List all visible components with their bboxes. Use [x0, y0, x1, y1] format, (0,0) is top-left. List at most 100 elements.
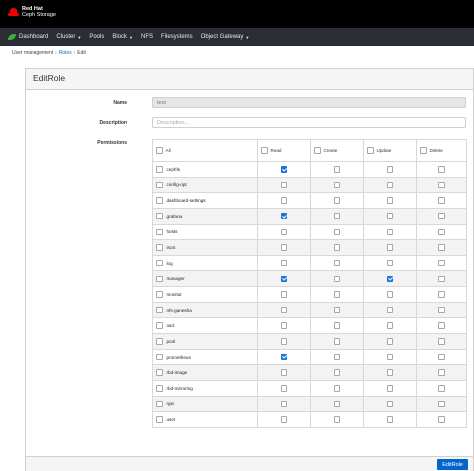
update-checkbox[interactable] — [386, 322, 394, 329]
create-checkbox[interactable] — [333, 322, 341, 329]
create-checkbox[interactable] — [333, 416, 341, 423]
update-checkbox[interactable] — [386, 353, 394, 361]
nav-object-gateway[interactable]: Object Gateway ▼ — [197, 28, 254, 46]
row-select-checkbox[interactable] — [156, 369, 163, 376]
read-checkbox[interactable] — [280, 166, 288, 173]
update-all-checkbox[interactable] — [367, 147, 374, 154]
read-checkbox[interactable] — [280, 306, 288, 314]
read-checkbox[interactable] — [280, 275, 288, 283]
row-select-checkbox[interactable] — [156, 275, 163, 283]
create-checkbox[interactable] — [333, 228, 341, 236]
delete-checkbox[interactable] — [438, 416, 445, 423]
create-checkbox[interactable] — [333, 259, 341, 267]
create-checkbox[interactable] — [333, 306, 341, 314]
update-checkbox[interactable] — [386, 244, 394, 251]
delete-checkbox[interactable] — [438, 385, 445, 392]
delete-checkbox[interactable] — [438, 212, 445, 220]
row-select-checkbox[interactable] — [156, 291, 163, 298]
row-select-checkbox[interactable] — [156, 181, 163, 189]
nav-pools[interactable]: Pools — [85, 28, 108, 46]
nav-dashboard[interactable]: Dashboard — [0, 28, 52, 46]
breadcrumb-user-management[interactable]: User management — [12, 50, 53, 56]
read-checkbox[interactable] — [280, 259, 288, 267]
create-checkbox[interactable] — [333, 166, 341, 173]
nav-filesystems[interactable]: Filesystems — [157, 28, 197, 46]
read-all-checkbox[interactable] — [261, 147, 268, 154]
update-checkbox[interactable] — [386, 181, 394, 189]
update-checkbox[interactable] — [386, 197, 394, 204]
row-select-checkbox[interactable] — [156, 400, 163, 408]
update-checkbox[interactable] — [386, 228, 394, 236]
row-select-checkbox[interactable] — [156, 416, 163, 423]
delete-checkbox[interactable] — [438, 400, 445, 408]
delete-checkbox[interactable] — [438, 338, 445, 345]
row-select-checkbox[interactable] — [156, 244, 163, 251]
row-select-checkbox[interactable] — [156, 166, 163, 173]
read-checkbox[interactable] — [280, 416, 288, 423]
update-checkbox[interactable] — [386, 338, 394, 345]
read-checkbox[interactable] — [280, 291, 288, 298]
update-checkbox[interactable] — [386, 400, 394, 408]
update-checkbox[interactable] — [386, 259, 394, 267]
create-checkbox[interactable] — [333, 353, 341, 361]
create-checkbox[interactable] — [333, 197, 341, 204]
read-checkbox[interactable] — [280, 228, 288, 236]
row-select-checkbox[interactable] — [156, 212, 163, 220]
create-checkbox[interactable] — [333, 181, 341, 189]
update-checkbox[interactable] — [386, 416, 394, 423]
brand-logo[interactable]: Red Hat Ceph Storage — [8, 6, 56, 18]
row-select-checkbox[interactable] — [156, 306, 163, 314]
edit-role-submit-button[interactable]: EditRole — [437, 459, 468, 470]
nav-block[interactable]: Block ▼ — [108, 28, 137, 46]
read-checkbox[interactable] — [280, 212, 288, 220]
row-select-checkbox[interactable] — [156, 385, 163, 392]
select-all-checkbox[interactable] — [156, 147, 163, 154]
delete-checkbox[interactable] — [438, 369, 445, 376]
read-checkbox[interactable] — [280, 338, 288, 345]
delete-checkbox[interactable] — [438, 322, 445, 329]
read-checkbox[interactable] — [280, 322, 288, 329]
name-field[interactable]: test — [152, 97, 466, 108]
read-checkbox[interactable] — [280, 197, 288, 204]
row-select-checkbox[interactable] — [156, 259, 163, 267]
update-checkbox[interactable] — [386, 291, 394, 298]
update-checkbox[interactable] — [386, 275, 394, 283]
row-select-checkbox[interactable] — [156, 228, 163, 236]
create-checkbox[interactable] — [333, 369, 341, 376]
read-checkbox[interactable] — [280, 244, 288, 251]
row-select-checkbox[interactable] — [156, 338, 163, 345]
delete-checkbox[interactable] — [438, 244, 445, 251]
read-checkbox[interactable] — [280, 181, 288, 189]
delete-checkbox[interactable] — [438, 306, 445, 314]
row-select-checkbox[interactable] — [156, 322, 163, 329]
delete-checkbox[interactable] — [438, 291, 445, 298]
read-checkbox[interactable] — [280, 369, 288, 376]
delete-checkbox[interactable] — [438, 259, 445, 267]
update-checkbox[interactable] — [386, 212, 394, 220]
create-checkbox[interactable] — [333, 385, 341, 392]
update-checkbox[interactable] — [386, 385, 394, 392]
delete-checkbox[interactable] — [438, 181, 445, 189]
read-checkbox[interactable] — [280, 353, 288, 361]
delete-checkbox[interactable] — [438, 228, 445, 236]
read-checkbox[interactable] — [280, 400, 288, 408]
update-checkbox[interactable] — [386, 369, 394, 376]
read-checkbox[interactable] — [280, 385, 288, 392]
create-checkbox[interactable] — [333, 400, 341, 408]
delete-checkbox[interactable] — [438, 353, 445, 361]
delete-checkbox[interactable] — [438, 166, 445, 173]
delete-checkbox[interactable] — [438, 275, 445, 283]
create-checkbox[interactable] — [333, 338, 341, 345]
create-checkbox[interactable] — [333, 212, 341, 220]
nav-nfs[interactable]: NFS — [137, 28, 157, 46]
create-checkbox[interactable] — [333, 291, 341, 298]
breadcrumb-roles[interactable]: Roles — [59, 50, 72, 56]
create-checkbox[interactable] — [333, 244, 341, 251]
create-all-checkbox[interactable] — [314, 147, 321, 154]
nav-cluster[interactable]: Cluster ▼ — [52, 28, 85, 46]
update-checkbox[interactable] — [386, 166, 394, 173]
create-checkbox[interactable] — [333, 275, 341, 283]
description-field[interactable]: Description... — [152, 117, 466, 128]
update-checkbox[interactable] — [386, 306, 394, 314]
row-select-checkbox[interactable] — [156, 197, 163, 204]
